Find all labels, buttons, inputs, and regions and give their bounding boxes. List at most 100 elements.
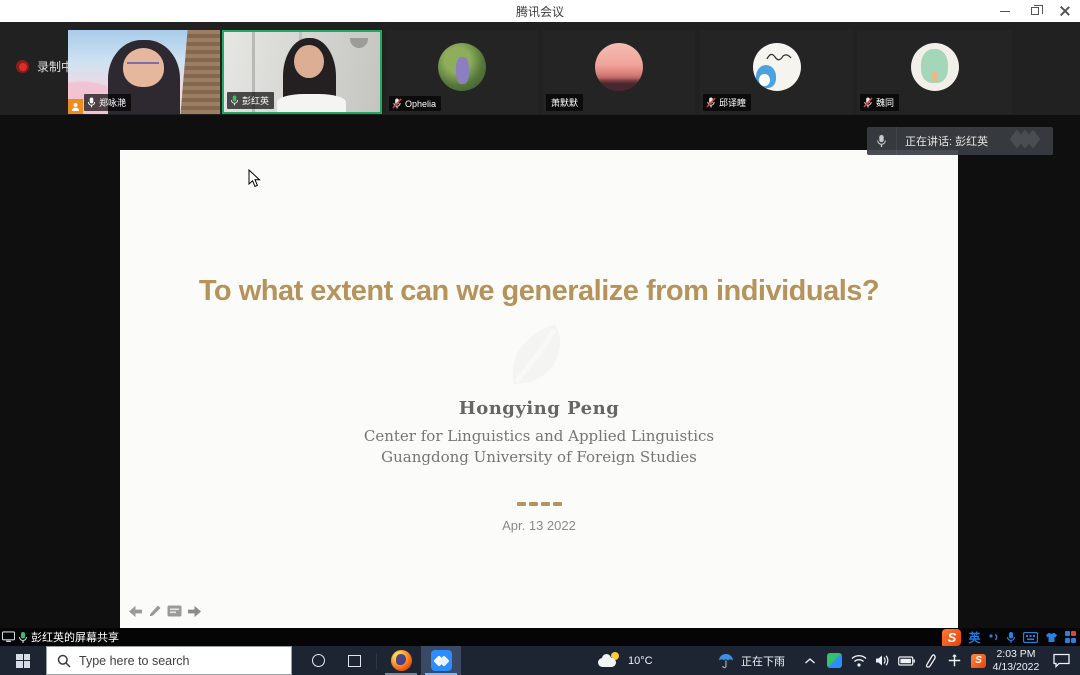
close-icon xyxy=(1060,6,1070,16)
restore-icon xyxy=(1031,7,1039,15)
avatar xyxy=(595,43,643,91)
action-center-button[interactable] xyxy=(1048,653,1074,668)
share-status-label: 彭红英的屏幕共享 xyxy=(31,629,119,645)
wifi-icon xyxy=(851,654,867,667)
participant-name: 邱译瞳 xyxy=(719,96,746,109)
slideshow-icon[interactable] xyxy=(167,605,182,617)
host-badge-icon xyxy=(68,99,83,114)
ime-skin-icon[interactable] xyxy=(1045,632,1058,643)
ime-toolbox-icon[interactable] xyxy=(1065,631,1077,643)
affiliation-line-2: Guangdong University of Foreign Studies xyxy=(120,447,958,468)
participant-name: 郑咏滟 xyxy=(99,96,126,109)
minimize-icon xyxy=(1000,11,1010,12)
slide-divider-dashes xyxy=(120,502,958,506)
tray-overflow-button[interactable] xyxy=(804,652,816,670)
mic-speaking-icon xyxy=(18,631,28,644)
pen-annotate-icon[interactable] xyxy=(148,604,162,618)
participant-name: 萧默默 xyxy=(551,96,578,109)
titlebar: 腾讯会议 xyxy=(0,0,1080,22)
ime-punctuation-icon[interactable] xyxy=(988,632,999,642)
participant-tile-6[interactable]: 魏同 xyxy=(857,30,1012,114)
affiliation-line-1: Center for Linguistics and Applied Lingu… xyxy=(120,426,958,447)
windows-taskbar: 10°C 正在下雨 S xyxy=(0,646,1080,675)
ime-voice-icon[interactable] xyxy=(1006,631,1016,644)
recording-indicator: 录制中 xyxy=(16,58,73,75)
cloud-sun-icon xyxy=(598,655,620,667)
next-slide-icon[interactable] xyxy=(187,605,202,618)
meeting-tray-icon xyxy=(827,653,842,668)
participant-nametag: 萧默默 xyxy=(546,94,583,111)
ime-language-mode[interactable]: 英 xyxy=(968,629,980,646)
screen-share-icon xyxy=(2,631,15,643)
battery-icon xyxy=(898,656,915,666)
recording-dot-icon xyxy=(16,60,29,73)
weather-temperature: 10°C xyxy=(628,655,653,667)
taskbar-search-box[interactable] xyxy=(46,646,292,675)
search-icon xyxy=(57,654,71,668)
cortana-icon xyxy=(312,654,325,667)
participant-name: 彭红英 xyxy=(242,94,269,107)
ink-workspace-button[interactable] xyxy=(922,651,939,671)
sogou-tray-icon: S xyxy=(971,654,986,668)
avatar xyxy=(438,43,486,91)
taskbar-separator xyxy=(376,653,377,669)
cortana-button[interactable] xyxy=(300,646,336,675)
meeting-watermark-icon xyxy=(1015,133,1039,145)
participant-name: Ophelia xyxy=(405,99,436,109)
clock-time: 2:03 PM xyxy=(990,648,1042,661)
sogou-ime-toolbar: S 英 xyxy=(942,628,1076,646)
search-input[interactable] xyxy=(79,654,269,668)
mic-on-icon xyxy=(87,97,96,108)
taskbar-weather[interactable]: 10°C xyxy=(598,655,653,667)
slide-date: Apr. 13 2022 xyxy=(120,518,958,533)
mic-muted-icon xyxy=(706,97,716,108)
restore-button[interactable] xyxy=(1020,0,1050,22)
mic-muted-icon xyxy=(392,98,402,109)
sogou-tray-button[interactable]: S xyxy=(970,651,987,671)
sogou-logo-icon[interactable]: S xyxy=(942,629,961,646)
ime-keyboard-icon[interactable] xyxy=(1023,632,1038,643)
participant-tile-4[interactable]: 萧默默 xyxy=(543,30,695,114)
taskbar-clock[interactable]: 2:03 PM 4/13/2022 xyxy=(990,648,1042,674)
author-name: Hongying Peng xyxy=(120,398,958,419)
author-block: Hongying Peng Center for Linguistics and… xyxy=(120,398,958,468)
participant-name: 魏同 xyxy=(876,96,894,109)
participant-nametag: 邱译瞳 xyxy=(703,94,751,111)
share-status-bar: 彭红英的屏幕共享 S 英 xyxy=(0,628,1080,646)
mic-muted-icon xyxy=(863,97,873,108)
minimize-button[interactable] xyxy=(990,0,1020,22)
windows-logo-icon xyxy=(16,654,30,668)
participant-tile-3[interactable]: Ophelia xyxy=(386,30,538,114)
speaking-toast-label: 正在讲话: 彭红英 xyxy=(905,133,988,149)
battery-button[interactable] xyxy=(898,651,915,671)
mic-speaking-icon xyxy=(230,95,239,106)
slide-title: To what extent can we generalize from in… xyxy=(120,275,958,308)
chevron-up-icon xyxy=(804,657,816,665)
shared-screen-area: 正在讲话: 彭红英 To what extent can we generali… xyxy=(0,115,1080,628)
rain-status-label: 正在下雨 xyxy=(741,653,785,669)
firefox-taskbar-button[interactable] xyxy=(381,646,421,675)
participant-tile-5[interactable]: 邱译瞳 xyxy=(700,30,853,114)
umbrella-icon xyxy=(718,653,734,669)
network-button[interactable] xyxy=(850,651,867,671)
clock-date: 4/13/2022 xyxy=(990,661,1042,674)
speaker-icon xyxy=(875,654,890,667)
avatar xyxy=(911,43,959,91)
start-button[interactable] xyxy=(0,646,46,675)
taskbar-rain-status[interactable]: 正在下雨 xyxy=(718,653,785,669)
participant-tile-2[interactable]: 彭红英 xyxy=(222,30,382,114)
volume-button[interactable] xyxy=(874,651,891,671)
speaking-toast: 正在讲话: 彭红英 xyxy=(867,127,1053,155)
system-tray: S xyxy=(826,651,987,671)
tencent-meeting-taskbar-button[interactable] xyxy=(421,646,461,675)
close-button[interactable] xyxy=(1050,0,1080,22)
tencent-meeting-icon xyxy=(431,650,452,671)
previous-slide-icon[interactable] xyxy=(128,605,143,618)
meeting-tray-button[interactable] xyxy=(826,651,843,671)
move-tool-button[interactable] xyxy=(946,651,963,671)
participant-tile-1[interactable]: 郑咏滟 xyxy=(68,30,220,114)
window-title: 腾讯会议 xyxy=(516,3,564,20)
slide-nav-toolbar xyxy=(128,604,202,618)
task-view-button[interactable] xyxy=(336,646,372,675)
leaf-watermark-icon xyxy=(500,318,578,398)
